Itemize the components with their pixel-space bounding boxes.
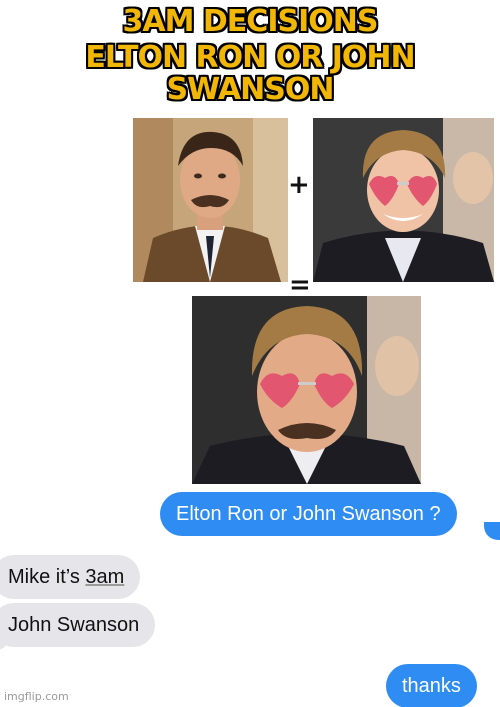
meme-caption-line-1: 3AM DECISIONS: [122, 4, 379, 39]
message-outgoing-question: Elton Ron or John Swanson ?: [160, 492, 457, 536]
meme-caption-line-2: ELTON RON OR JOHN SWANSON: [85, 40, 415, 107]
message-incoming-answer: John Swanson: [0, 603, 156, 647]
message-text-underlined: 3am: [85, 566, 125, 588]
photo-ron-swanson: [133, 118, 288, 282]
message-text: Mike it’s: [8, 566, 86, 588]
photo-elton-john: [313, 118, 494, 282]
message-incoming-time: Mike it’s 3am: [0, 555, 141, 599]
watermark: imgflip.com: [4, 690, 69, 703]
photo-combined-face: [192, 296, 421, 484]
message-outgoing-thanks: thanks: [386, 664, 477, 707]
plus-symbol: +: [288, 170, 310, 200]
